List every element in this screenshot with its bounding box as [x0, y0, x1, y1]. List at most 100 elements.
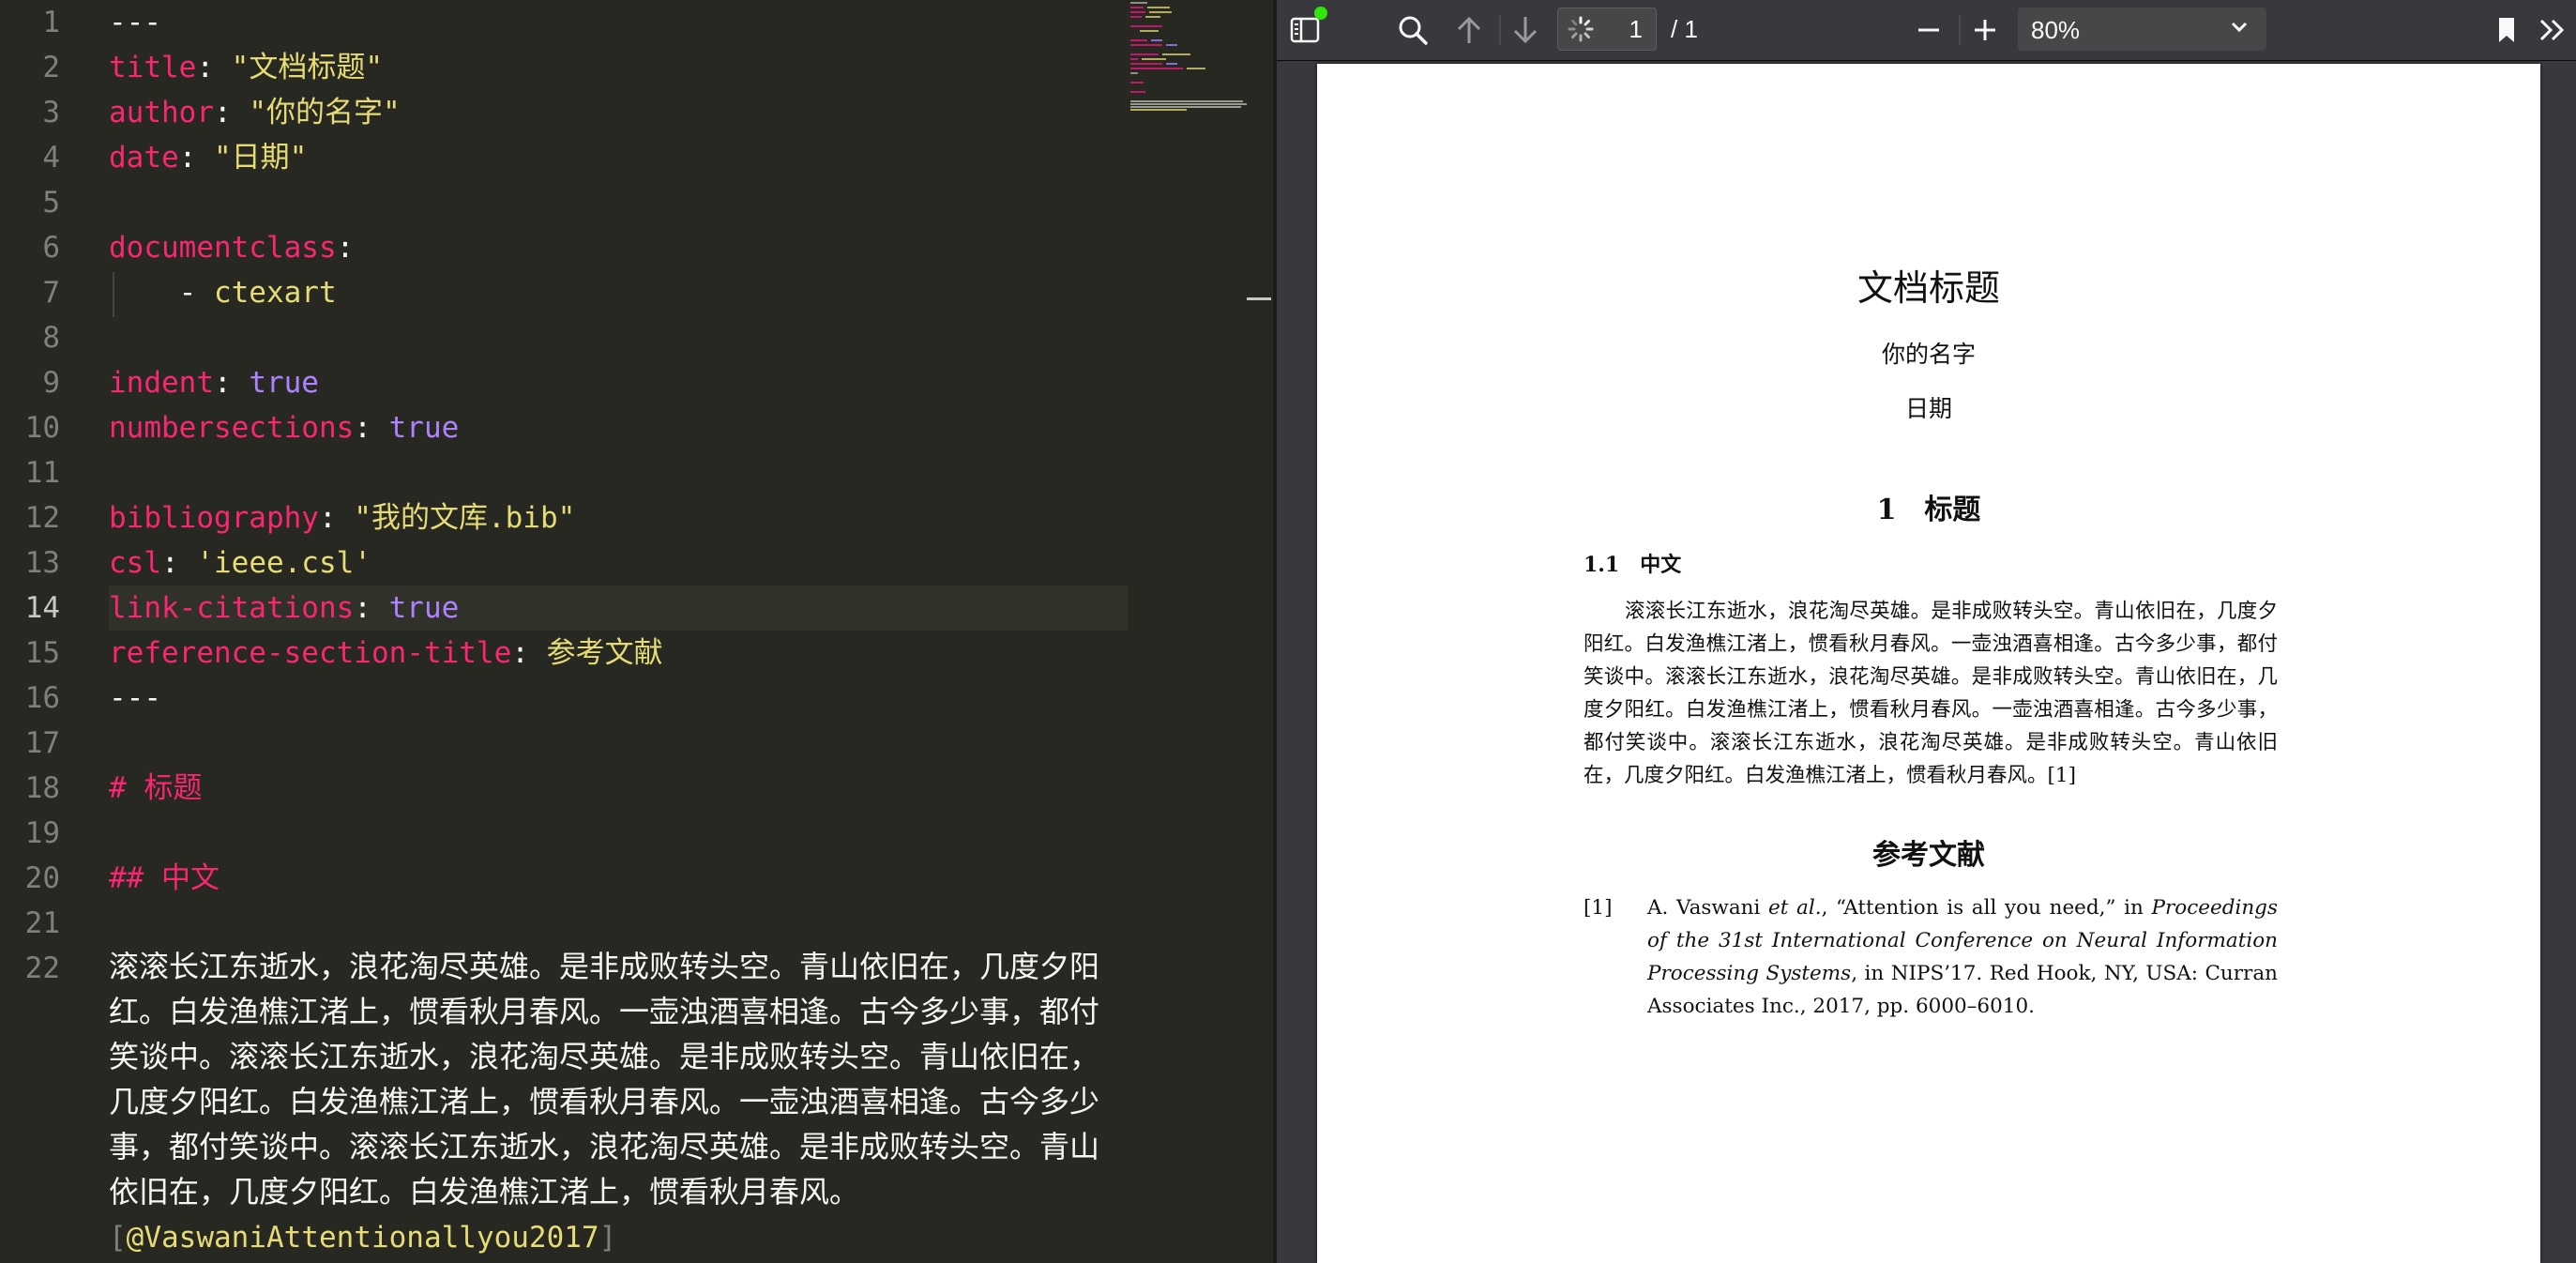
zoom-value: 80%: [2031, 16, 2081, 44]
editor-line[interactable]: 20 ## 中文: [0, 856, 1273, 901]
body-paragraph: 滚滚长江东逝水，浪花淘尽英雄。是非成败转头空。青山依旧在，几度夕阳红。白发渔樵江…: [1583, 600, 2278, 787]
line-number: 12: [24, 501, 60, 535]
code-token: ## 中文: [109, 861, 220, 895]
line-code: ## 中文: [109, 856, 220, 901]
app-window: 1 --- 2 title: "文档标题" 3 author: "你的名字" 4 date: …: [0, 0, 2576, 1263]
previous-page-button[interactable]: [1448, 9, 1490, 51]
zoom-select[interactable]: 80%: [2018, 8, 2266, 51]
code-token: true: [249, 366, 319, 400]
paragraph-text: 滚滚长江东逝水，浪花淘尽英雄。是非成败转头空。青山依旧在，几度夕阳红。白发渔樵江…: [109, 949, 1100, 1210]
editor-line[interactable]: 14 link-citations: true: [0, 586, 1273, 631]
indent-guide: [113, 272, 114, 317]
reference-title: , “Attention is all you need,” in: [1821, 896, 2152, 920]
document-title: 文档标题: [1856, 267, 2000, 309]
code-token: true: [388, 591, 460, 625]
editor-line[interactable]: 5: [0, 180, 1273, 225]
zoom-out-button[interactable]: [1908, 9, 1949, 51]
editor-line[interactable]: 21: [0, 901, 1273, 946]
code-token: link-citations: [109, 591, 355, 625]
line-number: 17: [24, 726, 60, 760]
line-code: reference-section-title: 参考文献: [109, 631, 663, 676]
code-token: bibliography: [109, 501, 319, 535]
editor-line[interactable]: 4 date: "日期": [0, 135, 1273, 180]
code-token: :: [318, 501, 355, 535]
citation-open: [: [109, 1221, 127, 1255]
code-token: "日期": [213, 141, 308, 175]
section-heading: 1 标题: [1876, 494, 1981, 526]
page-total: / 1: [1671, 15, 1698, 43]
editor-line[interactable]: 2 title: "文档标题": [0, 45, 1273, 90]
line-number: 7: [42, 276, 60, 310]
code-token: title: [109, 51, 197, 84]
pdf-page: 文档标题 你的名字 日期 1 标题 1.1 中文 滚滚长江东逝水，浪花淘尽英雄。…: [1317, 64, 2540, 1263]
line-code: documentclass:: [109, 225, 354, 270]
code-token: "我的文库.bib": [354, 501, 576, 535]
line-number: 19: [24, 816, 60, 850]
scroll-position-marker[interactable]: [1247, 297, 1271, 300]
code-token: numbersections: [109, 411, 355, 445]
line-number: 15: [24, 636, 60, 670]
zoom-in-button[interactable]: [1964, 9, 2006, 51]
editor-line[interactable]: 19: [0, 811, 1273, 856]
editor-line[interactable]: 1 ---: [0, 0, 1273, 45]
editor-line[interactable]: 10 numbersections: true: [0, 405, 1273, 450]
line-code: author: "你的名字": [109, 90, 401, 135]
line-code: # 标题: [109, 766, 202, 811]
next-page-icon: [1513, 17, 1538, 44]
next-page-button[interactable]: [1505, 9, 1546, 51]
line-number: 5: [42, 186, 60, 220]
line-code: date: "日期": [109, 135, 307, 180]
bookmark-button[interactable]: [2488, 9, 2525, 51]
code-token: 参考文献: [546, 636, 663, 670]
line-number: 16: [24, 681, 60, 715]
editor-line[interactable]: 9 indent: true: [0, 360, 1273, 405]
editor-line[interactable]: 13 csl: 'ieee.csl': [0, 540, 1273, 586]
editor-line[interactable]: 8: [0, 315, 1273, 360]
line-number: 22: [24, 951, 60, 985]
editor-line[interactable]: 3 author: "你的名字": [0, 90, 1273, 135]
editor-paragraph[interactable]: 滚滚长江东逝水，浪花淘尽英雄。是非成败转头空。青山依旧在，几度夕阳红。白发渔樵江…: [109, 944, 1122, 1260]
reference-entry: A. Vaswani et al., “Attention is all you…: [1647, 891, 2278, 1023]
code-token: :: [213, 366, 250, 400]
minimap[interactable]: [1130, 0, 1252, 113]
code-token: 'ieee.csl': [196, 546, 371, 580]
code-token: :: [511, 636, 547, 670]
search-button[interactable]: [1392, 9, 1433, 51]
code-token: :: [161, 546, 197, 580]
editor-line[interactable]: 6 documentclass:: [0, 225, 1273, 270]
code-token: :: [196, 51, 232, 84]
loading-spinner-icon: [1568, 16, 1594, 42]
reference-number[interactable]: [1]: [1583, 891, 1612, 924]
editor-line[interactable]: 18 # 标题: [0, 766, 1273, 811]
code-token: :: [178, 141, 214, 175]
markdown-editor[interactable]: 1 --- 2 title: "文档标题" 3 author: "你的名字" 4 date: …: [0, 0, 1273, 1263]
search-icon: [1399, 16, 1428, 45]
zoom-out-icon: [1918, 28, 1939, 32]
tools-icon: [2539, 19, 2565, 41]
document-date: 日期: [1904, 395, 1952, 422]
pdf-toolbar: 1 / 1 80%: [1277, 0, 2576, 61]
code-token: csl: [109, 546, 161, 580]
zoom-in-icon: [1975, 20, 1995, 40]
code-token: date: [109, 141, 179, 175]
tools-button[interactable]: [2534, 9, 2571, 51]
reference-etal: et al.: [1768, 896, 1822, 920]
editor-line[interactable]: 11: [0, 450, 1273, 495]
editor-line[interactable]: 7 - ctexart: [0, 270, 1273, 315]
citation-key[interactable]: @VaswaniAttentionallyou2017: [127, 1221, 599, 1255]
editor-line[interactable]: 16 ---: [0, 676, 1273, 721]
editor-line[interactable]: 15 reference-section-title: 参考文献: [0, 631, 1273, 676]
code-token: :: [336, 231, 355, 265]
line-code: csl: 'ieee.csl': [109, 540, 371, 586]
pdf-viewer: 1 / 1 80% 文档标题 你的名字 日期 1 标题 1.1 中文 滚滚长江东…: [1277, 0, 2576, 1263]
subsection-heading: 1.1 中文: [1583, 553, 1682, 577]
sidebar-toggle-icon: [1290, 17, 1320, 43]
code-token: true: [388, 411, 460, 445]
page-number-input[interactable]: 1: [1557, 8, 1657, 51]
previous-page-icon: [1457, 16, 1481, 43]
line-number: 11: [24, 456, 60, 490]
code-token: reference-section-title: [109, 636, 512, 670]
editor-line[interactable]: 12 bibliography: "我的文库.bib": [0, 495, 1273, 540]
editor-line[interactable]: 17: [0, 721, 1273, 766]
line-code: ---: [109, 676, 161, 721]
